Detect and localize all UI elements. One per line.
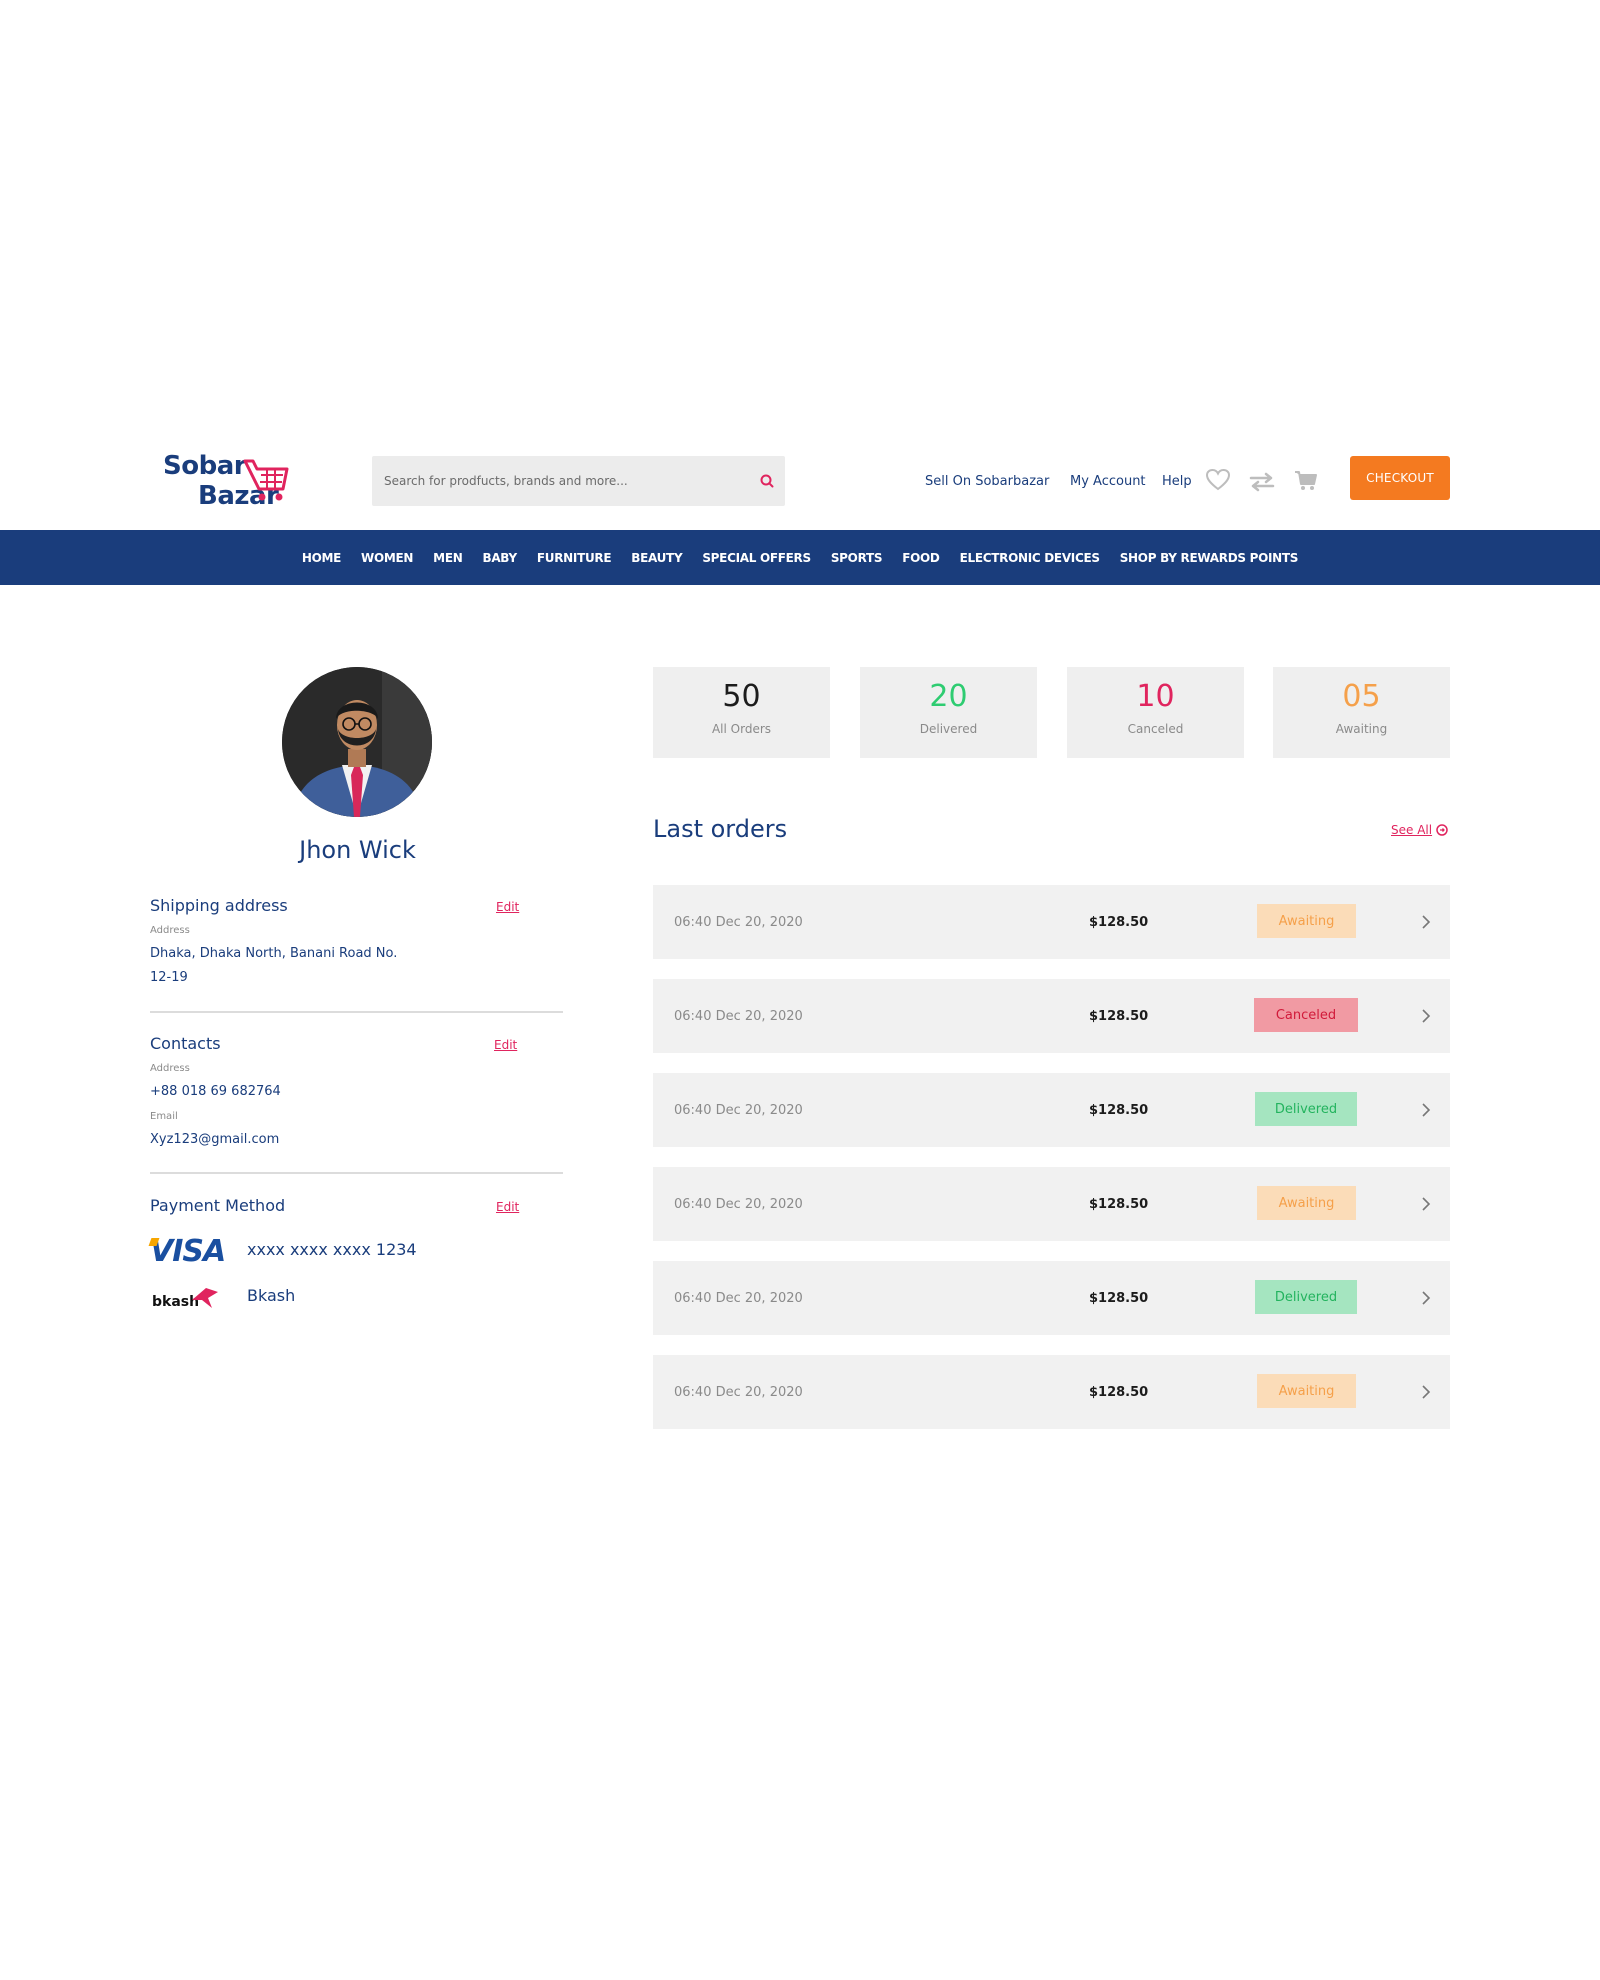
chevron-right-icon[interactable] bbox=[1420, 1384, 1432, 1400]
shipping-address-title: Shipping address bbox=[150, 896, 288, 915]
main-nav: HOME WOMEN MEN BABY FURNITURE BEAUTY SPE… bbox=[0, 530, 1600, 585]
order-row[interactable]: 06:40 Dec 20, 2020 $128.50 Canceled bbox=[653, 979, 1450, 1053]
order-date: 06:40 Dec 20, 2020 bbox=[674, 1291, 803, 1306]
stat-value: 05 bbox=[1342, 679, 1381, 714]
order-price: $128.50 bbox=[1089, 1291, 1149, 1306]
stat-value: 50 bbox=[722, 679, 761, 714]
stat-value: 20 bbox=[929, 679, 968, 714]
site-header: Sobar Bazar Sell On Sobarbazar My Accoun… bbox=[0, 438, 1600, 530]
bkash-bird-icon bbox=[192, 1288, 218, 1308]
status-badge: Awaiting bbox=[1257, 1186, 1356, 1220]
nav-item-electronic-devices[interactable]: ELECTRONIC DEVICES bbox=[960, 551, 1100, 565]
stat-label: Awaiting bbox=[1335, 722, 1388, 736]
stat-label: Canceled bbox=[1127, 722, 1184, 736]
stat-awaiting[interactable]: 05 Awaiting bbox=[1273, 667, 1450, 758]
order-date: 06:40 Dec 20, 2020 bbox=[674, 1103, 803, 1118]
status-badge: Awaiting bbox=[1257, 1374, 1356, 1408]
chevron-right-icon[interactable] bbox=[1420, 1102, 1432, 1118]
checkout-button[interactable]: CHECKOUT bbox=[1350, 456, 1450, 500]
order-price: $128.50 bbox=[1089, 1103, 1149, 1118]
section-divider bbox=[150, 1172, 563, 1174]
contacts-title: Contacts bbox=[150, 1034, 221, 1053]
order-row[interactable]: 06:40 Dec 20, 2020 $128.50 Awaiting bbox=[653, 885, 1450, 959]
chevron-right-icon[interactable] bbox=[1420, 1290, 1432, 1306]
status-badge: Awaiting bbox=[1257, 904, 1356, 938]
search-icon[interactable] bbox=[755, 469, 779, 493]
bkash-wallet-name: Bkash bbox=[247, 1286, 296, 1305]
contact-phone: +88 018 69 682764 bbox=[150, 1084, 281, 1099]
arrow-circle-icon bbox=[1436, 824, 1448, 836]
visa-logo: VISA bbox=[150, 1234, 226, 1269]
shipping-address-line1: Dhaka, Dhaka North, Banani Road No. bbox=[150, 946, 398, 961]
contacts-email-label: Email bbox=[150, 1111, 178, 1122]
order-date: 06:40 Dec 20, 2020 bbox=[674, 1197, 803, 1212]
search-input[interactable] bbox=[372, 456, 732, 506]
order-row[interactable]: 06:40 Dec 20, 2020 $128.50 Delivered bbox=[653, 1073, 1450, 1147]
order-date: 06:40 Dec 20, 2020 bbox=[674, 1385, 803, 1400]
stat-delivered[interactable]: 20 Delivered bbox=[860, 667, 1037, 758]
logo-cart-icon bbox=[243, 459, 289, 501]
payment-method-title: Payment Method bbox=[150, 1196, 286, 1215]
stat-all-orders[interactable]: 50 All Orders bbox=[653, 667, 830, 758]
order-date: 06:40 Dec 20, 2020 bbox=[674, 915, 803, 930]
chevron-right-icon[interactable] bbox=[1420, 914, 1432, 930]
my-account-link[interactable]: My Account bbox=[1070, 474, 1146, 489]
avatar-photo bbox=[282, 667, 432, 817]
payment-edit-link[interactable]: Edit bbox=[496, 1200, 519, 1214]
stat-label: Delivered bbox=[919, 722, 978, 736]
status-badge: Delivered bbox=[1255, 1092, 1357, 1126]
nav-item-special-offers[interactable]: SPECIAL OFFERS bbox=[702, 551, 811, 565]
shipping-address-line2: 12-19 bbox=[150, 970, 188, 985]
status-badge: Canceled bbox=[1254, 998, 1358, 1032]
see-all-link[interactable]: See All bbox=[1391, 823, 1448, 837]
order-row[interactable]: 06:40 Dec 20, 2020 $128.50 Delivered bbox=[653, 1261, 1450, 1335]
order-price: $128.50 bbox=[1089, 915, 1149, 930]
shipping-address-label: Address bbox=[150, 925, 190, 936]
nav-item-beauty[interactable]: BEAUTY bbox=[631, 551, 682, 565]
status-badge: Delivered bbox=[1255, 1280, 1357, 1314]
search-bar bbox=[372, 456, 785, 506]
nav-item-food[interactable]: FOOD bbox=[902, 551, 940, 565]
brand-logo[interactable]: Sobar Bazar bbox=[163, 451, 291, 515]
order-date: 06:40 Dec 20, 2020 bbox=[674, 1009, 803, 1024]
stat-label: All Orders bbox=[711, 722, 772, 736]
contacts-edit-link[interactable]: Edit bbox=[494, 1038, 517, 1052]
see-all-label: See All bbox=[1391, 823, 1433, 837]
order-row[interactable]: 06:40 Dec 20, 2020 $128.50 Awaiting bbox=[653, 1167, 1450, 1241]
shipping-edit-link[interactable]: Edit bbox=[496, 900, 519, 914]
user-name: Jhon Wick bbox=[299, 836, 416, 864]
nav-item-furniture[interactable]: FURNITURE bbox=[537, 551, 612, 565]
section-divider bbox=[150, 1011, 563, 1013]
nav-item-women[interactable]: WOMEN bbox=[361, 551, 413, 565]
visa-card-number: xxxx xxxx xxxx 1234 bbox=[247, 1240, 417, 1259]
nav-item-men[interactable]: MEN bbox=[433, 551, 463, 565]
compare-arrows-icon[interactable] bbox=[1249, 472, 1275, 492]
help-link[interactable]: Help bbox=[1162, 474, 1192, 489]
cart-icon[interactable] bbox=[1294, 470, 1318, 492]
order-price: $128.50 bbox=[1089, 1385, 1149, 1400]
order-row[interactable]: 06:40 Dec 20, 2020 $128.50 Awaiting bbox=[653, 1355, 1450, 1429]
logo-text-sobar: Sobar bbox=[163, 451, 247, 481]
contacts-address-label: Address bbox=[150, 1063, 190, 1074]
stat-value: 10 bbox=[1136, 679, 1175, 714]
contact-email: Xyz123@gmail.com bbox=[150, 1132, 280, 1147]
order-price: $128.50 bbox=[1089, 1009, 1149, 1024]
avatar bbox=[282, 667, 432, 817]
chevron-right-icon[interactable] bbox=[1420, 1196, 1432, 1212]
stat-canceled[interactable]: 10 Canceled bbox=[1067, 667, 1244, 758]
nav-item-sports[interactable]: SPORTS bbox=[831, 551, 883, 565]
chevron-right-icon[interactable] bbox=[1420, 1008, 1432, 1024]
nav-item-home[interactable]: HOME bbox=[302, 551, 341, 565]
heart-icon[interactable] bbox=[1205, 468, 1231, 492]
sell-on-sobarbazar-link[interactable]: Sell On Sobarbazar bbox=[925, 474, 1049, 489]
nav-item-shop-by-rewards-points[interactable]: SHOP BY REWARDS POINTS bbox=[1120, 551, 1299, 565]
nav-item-baby[interactable]: BABY bbox=[482, 551, 517, 565]
last-orders-title: Last orders bbox=[653, 815, 788, 843]
order-price: $128.50 bbox=[1089, 1197, 1149, 1212]
